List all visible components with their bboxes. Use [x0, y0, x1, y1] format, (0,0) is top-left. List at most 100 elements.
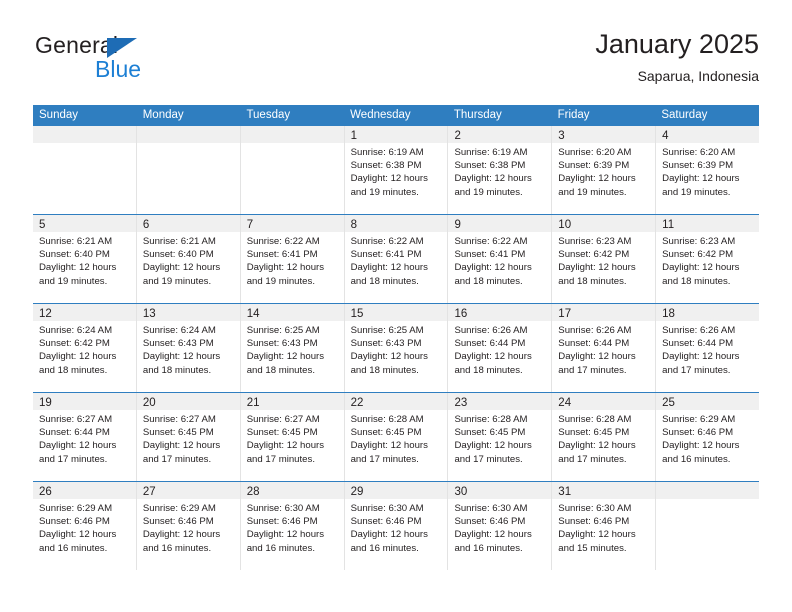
day-details [241, 143, 344, 146]
day-details: Sunrise: 6:19 AM Sunset: 6:38 PM Dayligh… [448, 143, 551, 199]
day-cell[interactable]: 31 Sunrise: 6:30 AM Sunset: 6:46 PM Dayl… [552, 482, 657, 570]
day-number: 30 [454, 486, 468, 498]
daylight-text-line1: Daylight: 12 hours [558, 529, 636, 541]
daylight-text-line2: and 19 minutes. [662, 186, 731, 198]
day-cell[interactable] [33, 126, 137, 214]
sunrise-text: Sunrise: 6:26 AM [558, 325, 632, 336]
sunrise-text: Sunrise: 6:23 AM [662, 236, 736, 247]
day-cell[interactable]: 27 Sunrise: 6:29 AM Sunset: 6:46 PM Dayl… [136, 482, 241, 570]
weekday-header-row: Sunday Monday Tuesday Wednesday Thursday… [33, 105, 759, 125]
day-details: Sunrise: 6:20 AM Sunset: 6:39 PM Dayligh… [656, 143, 759, 199]
day-cell[interactable]: 10 Sunrise: 6:23 AM Sunset: 6:42 PM Dayl… [552, 215, 657, 303]
daylight-text-line1: Daylight: 12 hours [558, 440, 636, 452]
day-cell[interactable]: 30 Sunrise: 6:30 AM Sunset: 6:46 PM Dayl… [448, 482, 553, 570]
day-cell[interactable]: 18 Sunrise: 6:26 AM Sunset: 6:44 PM Dayl… [656, 304, 760, 392]
sunset-text: Sunset: 6:45 PM [350, 427, 422, 439]
day-cell[interactable]: 13 Sunrise: 6:24 AM Sunset: 6:43 PM Dayl… [136, 304, 241, 392]
daylight-text-line1: Daylight: 12 hours [142, 440, 221, 452]
day-number: 22 [350, 397, 364, 409]
day-cell[interactable]: 17 Sunrise: 6:26 AM Sunset: 6:44 PM Dayl… [552, 304, 657, 392]
sunset-text: Sunset: 6:42 PM [39, 338, 110, 350]
day-details: Sunrise: 6:30 AM Sunset: 6:46 PM Dayligh… [448, 499, 551, 555]
day-cell[interactable]: 12 Sunrise: 6:24 AM Sunset: 6:42 PM Dayl… [33, 304, 137, 392]
day-number-band [656, 482, 760, 499]
triangle-icon [107, 38, 137, 58]
daylight-text-line1: Daylight: 12 hours [662, 173, 740, 185]
daylight-text-line2: and 17 minutes. [39, 453, 108, 465]
daylight-text-line1: Daylight: 12 hours [350, 262, 428, 274]
daylight-text-line2: and 18 minutes. [39, 364, 108, 376]
day-cell[interactable]: 29 Sunrise: 6:30 AM Sunset: 6:46 PM Dayl… [344, 482, 449, 570]
day-cell[interactable]: 22 Sunrise: 6:28 AM Sunset: 6:45 PM Dayl… [344, 393, 449, 481]
day-number-band: 5 [33, 215, 136, 232]
day-number: 14 [246, 308, 260, 320]
day-cell[interactable]: 23 Sunrise: 6:28 AM Sunset: 6:45 PM Dayl… [448, 393, 553, 481]
sunrise-text: Sunrise: 6:30 AM [558, 503, 632, 514]
weekday-header-friday: Friday [557, 109, 590, 121]
day-cell[interactable]: 8 Sunrise: 6:22 AM Sunset: 6:41 PM Dayli… [344, 215, 449, 303]
day-cell[interactable]: 20 Sunrise: 6:27 AM Sunset: 6:45 PM Dayl… [136, 393, 241, 481]
day-number-band: 17 [552, 304, 656, 321]
sunrise-text: Sunrise: 6:22 AM [350, 236, 424, 247]
day-cell[interactable]: 4 Sunrise: 6:20 AM Sunset: 6:39 PM Dayli… [656, 126, 760, 214]
day-number-band: 4 [656, 126, 760, 143]
day-cell[interactable]: 3 Sunrise: 6:20 AM Sunset: 6:39 PM Dayli… [552, 126, 657, 214]
page-header: General Blue January 2025 Saparua, Indon… [33, 28, 759, 96]
day-number: 31 [558, 486, 572, 498]
day-cell[interactable]: 2 Sunrise: 6:19 AM Sunset: 6:38 PM Dayli… [448, 126, 553, 214]
day-cell[interactable]: 5 Sunrise: 6:21 AM Sunset: 6:40 PM Dayli… [33, 215, 137, 303]
daylight-text-line1: Daylight: 12 hours [350, 173, 428, 185]
sunrise-text: Sunrise: 6:28 AM [558, 414, 632, 425]
sunset-text: Sunset: 6:42 PM [662, 249, 734, 261]
day-details: Sunrise: 6:19 AM Sunset: 6:38 PM Dayligh… [345, 143, 448, 199]
day-cell[interactable]: 25 Sunrise: 6:29 AM Sunset: 6:46 PM Dayl… [656, 393, 760, 481]
day-cell[interactable]: 14 Sunrise: 6:25 AM Sunset: 6:43 PM Dayl… [240, 304, 345, 392]
day-cell[interactable] [240, 126, 345, 214]
day-cell[interactable]: 6 Sunrise: 6:21 AM Sunset: 6:40 PM Dayli… [136, 215, 241, 303]
day-number-band: 27 [136, 482, 240, 499]
sunset-text: Sunset: 6:44 PM [558, 338, 630, 350]
day-number-band: 10 [552, 215, 656, 232]
day-number: 16 [454, 308, 468, 320]
weekday-header-sunday: Sunday [39, 109, 79, 121]
day-details: Sunrise: 6:21 AM Sunset: 6:40 PM Dayligh… [137, 232, 240, 288]
calendar-grid: Sunday Monday Tuesday Wednesday Thursday… [33, 105, 760, 570]
daylight-text-line2: and 16 minutes. [39, 542, 108, 554]
day-cell[interactable]: 19 Sunrise: 6:27 AM Sunset: 6:44 PM Dayl… [33, 393, 137, 481]
day-details: Sunrise: 6:29 AM Sunset: 6:46 PM Dayligh… [656, 410, 759, 466]
general-blue-logo[interactable]: General Blue [35, 32, 215, 90]
day-cell[interactable]: 11 Sunrise: 6:23 AM Sunset: 6:42 PM Dayl… [656, 215, 760, 303]
day-number-band: 23 [448, 393, 552, 410]
daylight-text-line1: Daylight: 12 hours [454, 262, 532, 274]
day-cell[interactable]: 15 Sunrise: 6:25 AM Sunset: 6:43 PM Dayl… [344, 304, 449, 392]
day-cell[interactable]: 21 Sunrise: 6:27 AM Sunset: 6:45 PM Dayl… [240, 393, 345, 481]
sunset-text: Sunset: 6:46 PM [558, 516, 630, 528]
sunset-text: Sunset: 6:46 PM [454, 516, 526, 528]
title-block: January 2025 Saparua, Indonesia [595, 28, 759, 86]
daylight-text-line1: Daylight: 12 hours [39, 262, 117, 274]
sunset-text: Sunset: 6:39 PM [558, 160, 630, 172]
day-cell[interactable]: 16 Sunrise: 6:26 AM Sunset: 6:44 PM Dayl… [448, 304, 553, 392]
sunrise-text: Sunrise: 6:26 AM [454, 325, 528, 336]
sunset-text: Sunset: 6:44 PM [454, 338, 526, 350]
day-number: 28 [246, 486, 260, 498]
daylight-text-line1: Daylight: 12 hours [454, 529, 532, 541]
sunrise-text: Sunrise: 6:30 AM [454, 503, 528, 514]
day-cell[interactable]: 1 Sunrise: 6:19 AM Sunset: 6:38 PM Dayli… [344, 126, 449, 214]
day-cell[interactable]: 28 Sunrise: 6:30 AM Sunset: 6:46 PM Dayl… [240, 482, 345, 570]
day-cell[interactable] [136, 126, 241, 214]
day-cell[interactable]: 9 Sunrise: 6:22 AM Sunset: 6:41 PM Dayli… [448, 215, 553, 303]
day-details: Sunrise: 6:28 AM Sunset: 6:45 PM Dayligh… [552, 410, 655, 466]
day-cell[interactable]: 24 Sunrise: 6:28 AM Sunset: 6:45 PM Dayl… [552, 393, 657, 481]
daylight-text-line2: and 18 minutes. [142, 364, 212, 376]
daylight-text-line2: and 16 minutes. [246, 542, 315, 554]
weekday-header-saturday: Saturday [661, 109, 708, 121]
day-cell[interactable] [656, 482, 760, 570]
day-cell[interactable]: 7 Sunrise: 6:22 AM Sunset: 6:41 PM Dayli… [240, 215, 345, 303]
brand-name-general: General [35, 32, 119, 58]
day-number: 3 [558, 130, 565, 142]
day-details: Sunrise: 6:27 AM Sunset: 6:45 PM Dayligh… [241, 410, 344, 466]
day-cell[interactable]: 26 Sunrise: 6:29 AM Sunset: 6:46 PM Dayl… [33, 482, 137, 570]
daylight-text-line2: and 16 minutes. [454, 542, 523, 554]
daylight-text-line1: Daylight: 12 hours [558, 262, 636, 274]
